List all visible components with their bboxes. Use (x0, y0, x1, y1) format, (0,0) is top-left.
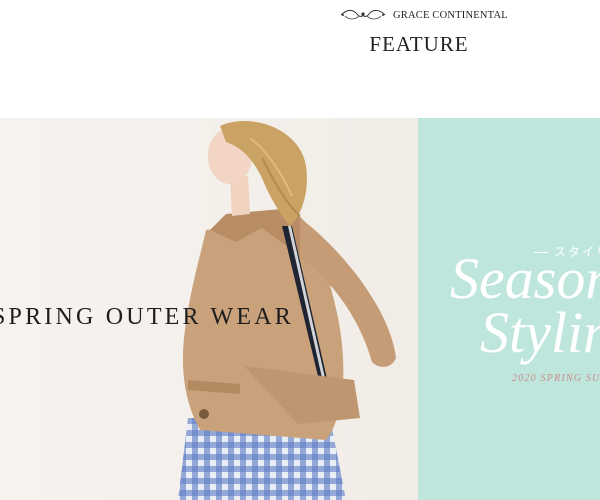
banner-caption: SPRING OUTER WEAR (0, 304, 294, 330)
ornament-icon (340, 9, 386, 20)
page-title: FEATURE (369, 32, 469, 56)
banner-subtitle: 2020 SPRING SU (512, 373, 600, 384)
brand-name: GRACE CONTINENTAL (393, 9, 508, 21)
site-header: GRACE CONTINENTAL FEATURE (0, 0, 600, 118)
banner-script-line-2: Stylin (480, 300, 600, 365)
banner-spring-outer-wear[interactable]: SPRING OUTER WEAR (0, 118, 418, 500)
banner-season-styling[interactable]: スタイリ Season Stylin 2020 SPRING SU (418, 118, 600, 500)
brand-logo[interactable]: GRACE CONTINENTAL (339, 6, 508, 24)
